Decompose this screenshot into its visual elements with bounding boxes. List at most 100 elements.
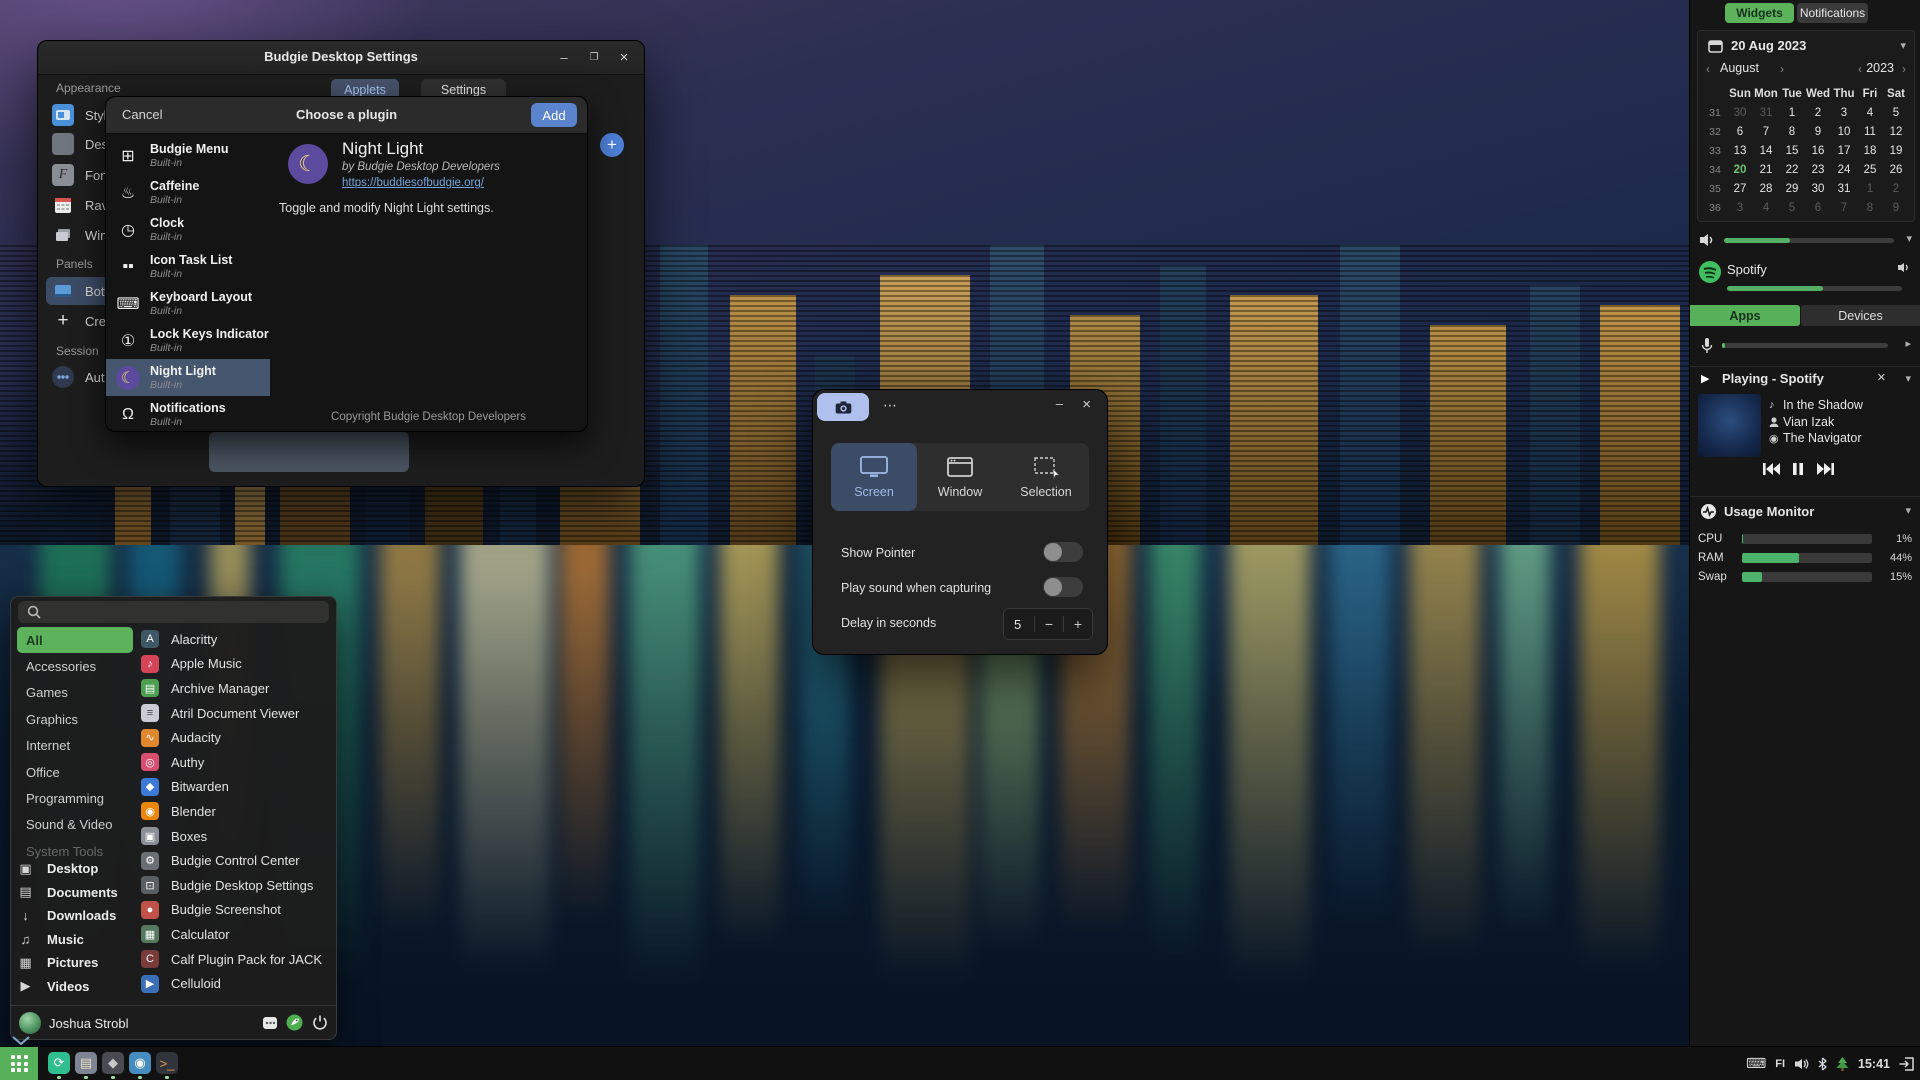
calendar-day[interactable]: 17 xyxy=(1831,144,1857,158)
calendar-day[interactable]: 2 xyxy=(1805,106,1831,120)
previous-track-button[interactable] xyxy=(1762,461,1781,477)
calendar-day[interactable]: 31 xyxy=(1753,106,1779,120)
kitty-terminal-icon[interactable]: >_ xyxy=(156,1052,178,1074)
calendar-day[interactable]: 25 xyxy=(1857,163,1883,177)
calendar-day[interactable]: 28 xyxy=(1753,182,1779,196)
godot-icon[interactable]: ◉ xyxy=(129,1052,151,1074)
screenshot-mode-button[interactable] xyxy=(817,393,869,421)
close-button[interactable]: × xyxy=(1082,396,1091,413)
calendar-day[interactable]: 21 xyxy=(1753,163,1779,177)
settings-titlebar[interactable]: Budgie Desktop Settings – ❐ × xyxy=(38,41,644,75)
app-item-audacity[interactable]: ∿Audacity xyxy=(141,725,331,750)
calendar-day[interactable]: 29 xyxy=(1779,182,1805,196)
next-year-icon[interactable]: › xyxy=(1902,62,1906,76)
calendar-day[interactable]: 1 xyxy=(1779,106,1805,120)
raven-tab-widgets[interactable]: Widgets xyxy=(1725,3,1794,23)
category-office[interactable]: Office xyxy=(17,759,133,785)
next-month-icon[interactable]: › xyxy=(1780,62,1784,76)
files-app-icon[interactable]: ▤ xyxy=(75,1052,97,1074)
avatar[interactable] xyxy=(19,1012,41,1034)
restore-button[interactable]: ❐ xyxy=(584,48,604,68)
delay-decrement-button[interactable]: − xyxy=(1034,616,1063,632)
add-button[interactable]: Add xyxy=(531,103,577,127)
delay-increment-button[interactable]: + xyxy=(1063,616,1092,632)
power-button[interactable] xyxy=(312,1014,328,1030)
calendar-day[interactable]: 3 xyxy=(1727,201,1753,215)
menu-more-button[interactable]: ⋯ xyxy=(883,397,898,414)
minimize-button[interactable]: – xyxy=(1056,396,1063,411)
calendar-day[interactable]: 31 xyxy=(1831,182,1857,196)
clock[interactable]: 15:41 xyxy=(1858,1057,1890,1071)
plugin-item-night-light[interactable]: ☾Night LightBuilt-in xyxy=(106,359,270,396)
app-item-bitwarden[interactable]: ◆Bitwarden xyxy=(141,775,331,800)
category-accessories[interactable]: Accessories xyxy=(17,653,133,679)
calendar-day[interactable]: 9 xyxy=(1883,201,1909,215)
plugin-item-clock[interactable]: ◷ClockBuilt-in xyxy=(106,211,270,248)
app-item-archive-manager[interactable]: ▤Archive Manager xyxy=(141,676,331,701)
app-item-celluloid[interactable]: ▶Celluloid xyxy=(141,971,331,996)
app-item-alacritty[interactable]: AAlacritty xyxy=(141,627,331,652)
mic-slider[interactable] xyxy=(1722,343,1888,348)
volume-slider[interactable] xyxy=(1724,238,1894,243)
category-programming[interactable]: Programming xyxy=(17,785,133,811)
calendar-day[interactable]: 7 xyxy=(1831,201,1857,215)
category-graphics[interactable]: Graphics xyxy=(17,706,133,732)
bluetooth-icon[interactable] xyxy=(1818,1057,1827,1071)
show-pointer-toggle[interactable] xyxy=(1043,542,1083,562)
plugin-item-caffeine[interactable]: ♨CaffeineBuilt-in xyxy=(106,174,270,211)
calendar-day[interactable]: 9 xyxy=(1805,125,1831,139)
place-item-music[interactable]: ♫Music xyxy=(17,928,135,952)
place-item-downloads[interactable]: ↓Downloads xyxy=(17,904,135,928)
calendar-day[interactable]: 26 xyxy=(1883,163,1909,177)
app-item-apple-music[interactable]: ♪Apple Music xyxy=(141,652,331,677)
play-sound-toggle[interactable] xyxy=(1043,577,1083,597)
calendar-day[interactable]: 14 xyxy=(1753,144,1779,158)
delay-value[interactable]: 5 xyxy=(1004,617,1034,632)
plugin-detail-link[interactable]: https://buddiesofbudgie.org/ xyxy=(342,177,484,189)
calendar-day[interactable]: 5 xyxy=(1779,201,1805,215)
chevron-down-icon[interactable]: ▾ xyxy=(1900,39,1906,52)
microphone-icon[interactable] xyxy=(1700,337,1714,354)
calendar-day[interactable]: 15 xyxy=(1779,144,1805,158)
calendar-day[interactable]: 24 xyxy=(1831,163,1857,177)
calendar-date-label[interactable]: 20 Aug 2023 xyxy=(1731,38,1806,53)
chevron-right-icon[interactable]: ▸ xyxy=(1905,337,1911,350)
calendar-day[interactable]: 8 xyxy=(1857,201,1883,215)
calendar-day[interactable]: 23 xyxy=(1805,163,1831,177)
calendar-day[interactable]: 16 xyxy=(1805,144,1831,158)
app-item-budgie-screenshot[interactable]: ●Budgie Screenshot xyxy=(141,898,331,923)
category-internet[interactable]: Internet xyxy=(17,733,133,759)
inkscape-icon[interactable]: ◆ xyxy=(102,1052,124,1074)
calendar-day[interactable]: 30 xyxy=(1727,106,1753,120)
raven-tab-notifications[interactable]: Notifications xyxy=(1797,3,1868,23)
category-sound-video[interactable]: Sound & Video xyxy=(17,812,133,838)
mixer-tab-apps[interactable]: Apps xyxy=(1690,305,1800,326)
category-games[interactable]: Games xyxy=(17,680,133,706)
calendar-day[interactable]: 12 xyxy=(1883,125,1909,139)
tab-window[interactable]: Window xyxy=(917,443,1003,511)
plugin-item-icon-task-list[interactable]: ▪▪Icon Task ListBuilt-in xyxy=(106,248,270,285)
plugin-item-lock-keys-indicator[interactable]: ①Lock Keys IndicatorBuilt-in xyxy=(106,322,270,359)
app-item-boxes[interactable]: ▣Boxes xyxy=(141,824,331,849)
calendar-day[interactable]: 11 xyxy=(1857,125,1883,139)
close-button[interactable]: × xyxy=(614,48,634,68)
mixer-tab-devices[interactable]: Devices xyxy=(1801,305,1920,326)
place-item-pictures[interactable]: ▦Pictures xyxy=(17,951,135,975)
tree-tray-icon[interactable] xyxy=(1836,1057,1849,1071)
calendar-day[interactable]: 2 xyxy=(1883,182,1909,196)
close-icon[interactable]: ✕ xyxy=(1877,371,1886,384)
budgie-logo-icon[interactable] xyxy=(286,1014,303,1031)
calendar-day[interactable]: 3 xyxy=(1831,106,1857,120)
calendar-day[interactable]: 18 xyxy=(1857,144,1883,158)
app-item-calf-plugin-pack-for-jack[interactable]: CCalf Plugin Pack for JACK xyxy=(141,947,331,972)
chevron-down-icon[interactable]: ▾ xyxy=(1905,372,1911,385)
app-item-atril-document-viewer[interactable]: ≡Atril Document Viewer xyxy=(141,701,331,726)
plugin-item-keyboard-layout[interactable]: ⌨Keyboard LayoutBuilt-in xyxy=(106,285,270,322)
tab-selection[interactable]: Selection xyxy=(1003,443,1089,511)
prev-month-icon[interactable]: ‹ xyxy=(1706,62,1710,76)
app-item-budgie-desktop-settings[interactable]: ⊡Budgie Desktop Settings xyxy=(141,873,331,898)
chevron-down-icon[interactable]: ▾ xyxy=(1905,504,1911,517)
calendar-day[interactable]: 1 xyxy=(1857,182,1883,196)
place-item-videos[interactable]: ▶Videos xyxy=(17,975,135,999)
chevron-down-icon[interactable]: ▾ xyxy=(1906,232,1912,245)
